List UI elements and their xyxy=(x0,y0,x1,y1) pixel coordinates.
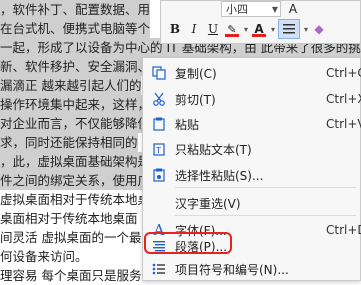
menu-item-reconvert[interactable]: 汉字重选(V) xyxy=(143,192,360,214)
menu-item-label: 粘贴 xyxy=(175,117,200,132)
menu-item-paste[interactable]: 粘贴 Ctrl+V xyxy=(143,113,361,135)
paragraph-highlight-outline xyxy=(144,232,232,254)
doc-line[interactable]: 件之间的绑定关系，使用广 xyxy=(0,171,151,190)
svg-text:T: T xyxy=(155,146,161,155)
chevron-down-icon[interactable]: ▾ xyxy=(304,25,308,34)
chevron-down-icon[interactable]: ▾ xyxy=(271,25,275,34)
doc-line[interactable]: 理容易 每个桌面只是服务 xyxy=(0,266,141,285)
menu-item-label: 只粘贴文本(T) xyxy=(175,142,252,157)
toolbar-row-bottom: B I U ✎ ▾ A ▾ ▾ ◆ xyxy=(167,19,330,39)
scissors-icon xyxy=(151,91,167,107)
toolbar-row-top: 小四 ▼ A f xyxy=(221,0,361,19)
bullets-icon xyxy=(151,261,167,277)
font-color-button[interactable]: A xyxy=(251,20,267,38)
eraser-icon: ◆ xyxy=(314,22,324,36)
doc-line[interactable]: ，软件补丁、配置数据、用 xyxy=(0,0,151,19)
grow-font-button[interactable]: A xyxy=(285,0,301,18)
menu-item-label: 选择性粘贴(S)... xyxy=(175,168,264,183)
menu-item-paste-special[interactable]: 选择性粘贴(S)... xyxy=(143,164,360,186)
doc-line[interactable]: 对企业而言，不仅能够降低 xyxy=(0,114,151,133)
doc-line[interactable]: 在台式机、便携式电脑等个 xyxy=(0,19,151,38)
mini-toolbar: 小四 ▼ A f B I U ✎ ▾ A ▾ ▾ xyxy=(160,0,361,44)
font-color-swatch xyxy=(252,34,267,37)
format-painter-button[interactable]: ◆ xyxy=(311,20,327,38)
doc-line[interactable]: 操作环境集中起来，这样， xyxy=(0,95,151,114)
bold-button[interactable]: B xyxy=(167,20,183,38)
highlight-color-button[interactable]: ✎ xyxy=(224,20,240,38)
menu-separator xyxy=(175,187,356,188)
align-lines-icon xyxy=(283,24,296,34)
doc-line[interactable]: 虚拟桌面相对于传统本地桌 xyxy=(0,190,150,209)
menu-item-label: 剪切(T) xyxy=(175,92,216,107)
font-size-value: 小四 xyxy=(226,3,248,16)
doc-line[interactable]: 间灵活 虚拟桌面的一个最 xyxy=(0,228,141,247)
menu-item-bullets-numbering[interactable]: 项目符号和编号(N)... xyxy=(143,258,360,280)
doc-line[interactable]: 新、软件移护、安全漏洞、 xyxy=(0,57,151,76)
menu-item-label: 汉字重选(V) xyxy=(175,196,241,211)
doc-line[interactable]: ，此，虚拟桌面基础架构是一 xyxy=(0,152,163,171)
grow-font-label: A xyxy=(288,2,298,16)
paste-icon xyxy=(151,116,167,132)
chevron-down-icon: ▼ xyxy=(271,5,278,14)
doc-line[interactable]: 漏滴正 越来越引起人们的 xyxy=(0,76,142,95)
menu-item-shortcut: Ctrl+X xyxy=(326,92,361,106)
paste-special-icon xyxy=(151,167,167,183)
chevron-down-icon[interactable]: ▾ xyxy=(244,25,248,34)
menu-item-copy[interactable]: 复制(C) Ctrl+C xyxy=(143,62,361,84)
paste-text-icon: T xyxy=(151,141,167,157)
copy-icon xyxy=(151,65,167,81)
menu-item-paste-text-only[interactable]: T 只粘贴文本(T) xyxy=(143,138,360,160)
doc-line[interactable]: 何设备来访问。 xyxy=(0,247,88,266)
font-size-select[interactable]: 小四 ▼ xyxy=(221,1,281,17)
highlight-color-swatch xyxy=(225,34,239,37)
underline-button[interactable]: U xyxy=(205,20,221,38)
doc-line[interactable]: 桌面相对于传统本地桌面 xyxy=(0,209,138,228)
menu-item-label: 项目符号和编号(N)... xyxy=(175,262,289,277)
toolbar-overflow: f xyxy=(356,0,361,18)
menu-item-shortcut: Ctrl+V xyxy=(326,117,361,131)
doc-line[interactable]: 求，同时还能保持相同的 xyxy=(0,133,138,152)
align-button[interactable] xyxy=(278,19,301,39)
menu-item-cut[interactable]: 剪切(T) Ctrl+X xyxy=(143,88,361,110)
italic-button[interactable]: I xyxy=(186,20,202,38)
menu-item-shortcut: Ctrl+C xyxy=(326,66,361,80)
menu-separator xyxy=(175,215,356,216)
menu-item-label: 复制(C) xyxy=(175,66,217,81)
